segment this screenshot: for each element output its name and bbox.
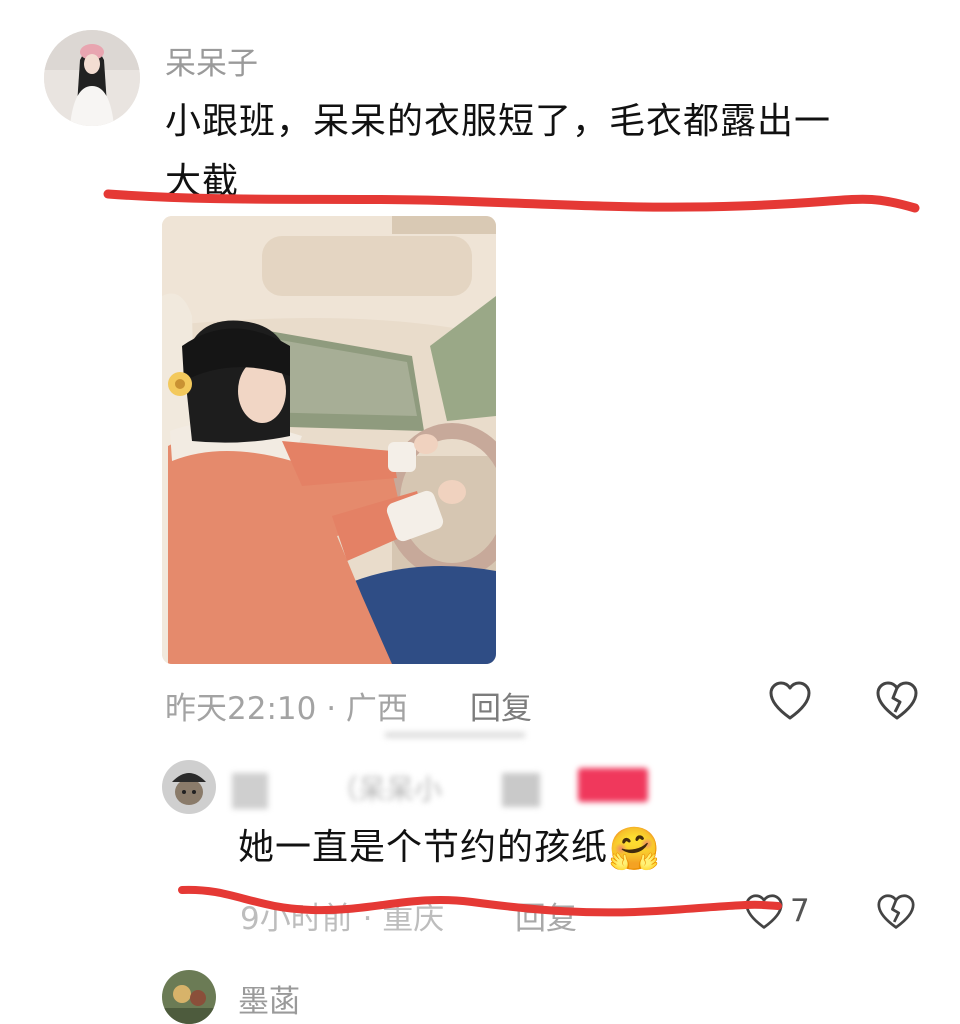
- main-comment-username[interactable]: 呆呆子: [165, 38, 258, 83]
- reply-comment-like-count: 7: [790, 893, 810, 929]
- main-comment-avatar[interactable]: [44, 30, 140, 126]
- main-comment-text-line1: 小跟班，呆呆的衣服短了，毛衣都露出一: [165, 101, 832, 142]
- reply-comment-avatar[interactable]: [162, 760, 216, 814]
- hug-emoji-icon: 🤗: [608, 824, 662, 873]
- reply-comment-text: 她一直是个节约的孩纸🤗: [238, 818, 661, 879]
- reply-comment-dislike-broken-heart-icon[interactable]: [876, 893, 916, 931]
- annotation-underline-2: [178, 885, 782, 917]
- main-comment-like-heart-icon[interactable]: [768, 680, 812, 722]
- main-comment-reply-button[interactable]: 回复: [470, 683, 532, 728]
- third-comment-avatar[interactable]: [162, 970, 216, 1024]
- main-comment-time-location: 昨天22:10 · 广西: [165, 691, 408, 727]
- reply-comment-username[interactable]: （呆呆小: [330, 768, 442, 808]
- reply-comment-text-body: 她一直是个节约的孩纸: [238, 827, 609, 868]
- author-badge: [578, 768, 648, 802]
- reply-username-redacted-block-2: [502, 773, 540, 807]
- main-comment-dislike-broken-heart-icon[interactable]: [875, 680, 919, 722]
- comment-image[interactable]: [162, 216, 496, 664]
- third-comment-username[interactable]: 墨菡: [238, 976, 300, 1021]
- redaction-smudge: [385, 732, 525, 738]
- reply-username-redacted-block: [232, 773, 268, 809]
